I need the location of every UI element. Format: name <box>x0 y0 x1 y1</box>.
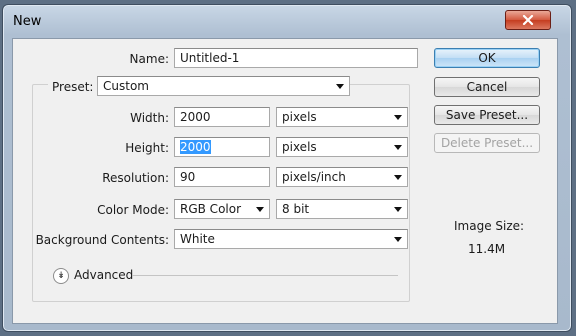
advanced-expand-button[interactable]: ↡ <box>53 268 69 284</box>
width-input[interactable]: 2000 <box>174 107 270 127</box>
background-contents-value: White <box>180 232 215 246</box>
advanced-label: Advanced <box>74 268 134 282</box>
bit-depth-value: 8 bit <box>282 202 310 216</box>
height-unit-value: pixels <box>282 140 317 154</box>
close-button[interactable] <box>505 10 551 30</box>
ok-button[interactable]: OK <box>434 48 540 68</box>
preset-select[interactable]: Custom <box>97 76 350 96</box>
height-selected-text: 2000 <box>180 140 211 154</box>
chevron-down-icon <box>336 84 344 89</box>
close-icon <box>522 15 534 25</box>
background-contents-select[interactable]: White <box>174 229 408 249</box>
height-unit-select[interactable]: pixels <box>276 137 408 157</box>
name-input[interactable]: Untitled-1 <box>174 48 418 68</box>
chevron-down-icon <box>256 207 264 212</box>
height-label: Height: <box>125 141 169 155</box>
chevron-down-icon <box>394 115 402 120</box>
chevron-down-icon <box>394 207 402 212</box>
window-title: New <box>13 14 42 29</box>
color-mode-select[interactable]: RGB Color <box>174 199 270 219</box>
width-label: Width: <box>130 111 169 125</box>
resolution-unit-value: pixels/inch <box>282 170 346 184</box>
resolution-unit-select[interactable]: pixels/inch <box>276 167 408 187</box>
color-mode-label: Color Mode: <box>97 203 169 217</box>
image-size-label: Image Size: <box>454 219 525 233</box>
color-mode-value: RGB Color <box>180 202 242 216</box>
width-unit-value: pixels <box>282 110 317 124</box>
resolution-label: Resolution: <box>102 171 169 185</box>
save-preset-button[interactable]: Save Preset... <box>434 105 540 125</box>
chevron-down-icon <box>394 237 402 242</box>
delete-preset-button: Delete Preset... <box>434 133 540 153</box>
width-unit-select[interactable]: pixels <box>276 107 408 127</box>
background-contents-label: Background Contents: <box>35 233 169 247</box>
cancel-button[interactable]: Cancel <box>434 77 540 97</box>
preset-value: Custom <box>103 79 149 93</box>
chevron-down-icon <box>394 175 402 180</box>
height-input[interactable]: 2000 <box>174 137 270 157</box>
image-size-value: 11.4M <box>468 242 506 256</box>
name-label: Name: <box>129 52 169 66</box>
preset-label: Preset: <box>48 80 98 94</box>
advanced-divider <box>132 275 398 276</box>
chevron-down-icon <box>394 145 402 150</box>
resolution-input[interactable]: 90 <box>174 167 270 187</box>
double-chevron-down-icon: ↡ <box>57 271 65 281</box>
bit-depth-select[interactable]: 8 bit <box>276 199 408 219</box>
